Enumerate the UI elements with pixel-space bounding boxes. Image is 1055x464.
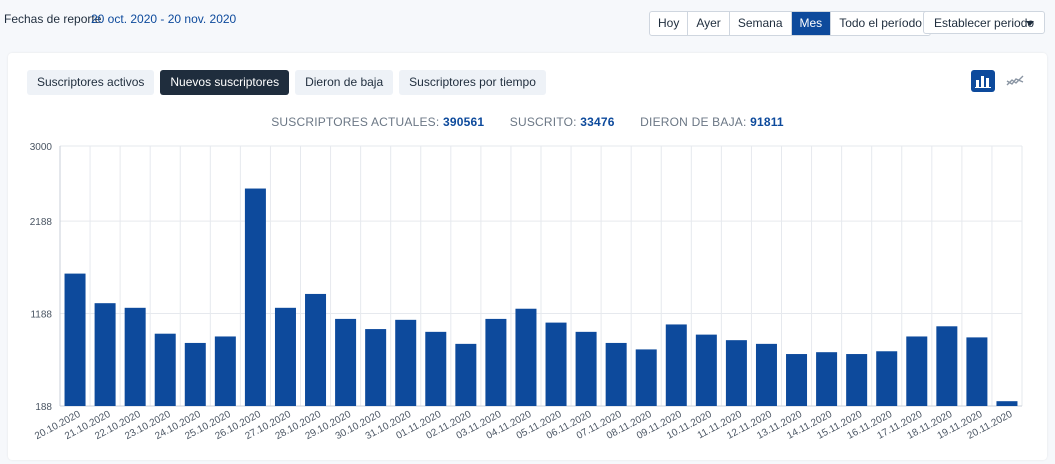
bar xyxy=(395,319,417,406)
bar xyxy=(906,336,928,406)
bar xyxy=(94,303,116,406)
bar xyxy=(605,342,627,406)
chart-card: Suscriptores activos Nuevos suscriptores… xyxy=(8,53,1047,460)
bar xyxy=(665,324,687,406)
bar xyxy=(64,273,86,406)
y-tick-label: 3000 xyxy=(30,142,53,153)
bar xyxy=(124,307,146,406)
bar xyxy=(154,333,176,406)
period-yesterday-button[interactable]: Ayer xyxy=(688,12,730,35)
bar xyxy=(846,354,868,406)
set-period-label: Establecer periodo xyxy=(934,16,1035,30)
bar xyxy=(755,343,777,406)
bar xyxy=(816,352,838,406)
caret-down-icon xyxy=(1026,21,1034,26)
bar xyxy=(725,340,747,406)
bar xyxy=(214,336,236,406)
bar xyxy=(786,354,808,406)
bar xyxy=(425,331,447,406)
report-dates-value[interactable]: 20 oct. 2020 - 20 nov. 2020 xyxy=(91,12,236,26)
period-selector: Hoy Ayer Semana Mes Todo el período xyxy=(649,11,931,36)
y-tick-label: 2188 xyxy=(30,217,53,228)
bar xyxy=(966,337,988,406)
bar xyxy=(365,329,387,406)
bar xyxy=(305,293,327,406)
bar xyxy=(244,188,266,406)
period-today-button[interactable]: Hoy xyxy=(650,12,689,35)
bar xyxy=(876,351,898,406)
bar xyxy=(335,318,357,406)
bar xyxy=(545,322,567,406)
bar xyxy=(184,342,206,406)
y-tick-label: 1188 xyxy=(30,310,52,321)
bar xyxy=(274,307,296,406)
bar xyxy=(575,331,597,406)
bar xyxy=(695,334,717,406)
new-subscribers-bar-chart: 18811882188300020.10.202021.10.202022.10… xyxy=(30,142,1023,442)
period-all-button[interactable]: Todo el período xyxy=(831,12,930,35)
report-dates-label: Fechas de reporte xyxy=(4,12,102,26)
y-tick-label: 188 xyxy=(35,402,52,413)
bar xyxy=(485,318,507,406)
bar xyxy=(936,326,958,406)
set-period-dropdown[interactable]: Establecer periodo xyxy=(923,11,1045,34)
bar xyxy=(635,349,657,406)
period-month-button[interactable]: Mes xyxy=(791,12,832,35)
bar xyxy=(996,401,1018,406)
report-toolbar: Fechas de reporte 20 oct. 2020 - 20 nov.… xyxy=(0,0,1055,44)
bar xyxy=(515,308,537,406)
period-week-button[interactable]: Semana xyxy=(730,12,792,35)
bar xyxy=(455,343,477,406)
